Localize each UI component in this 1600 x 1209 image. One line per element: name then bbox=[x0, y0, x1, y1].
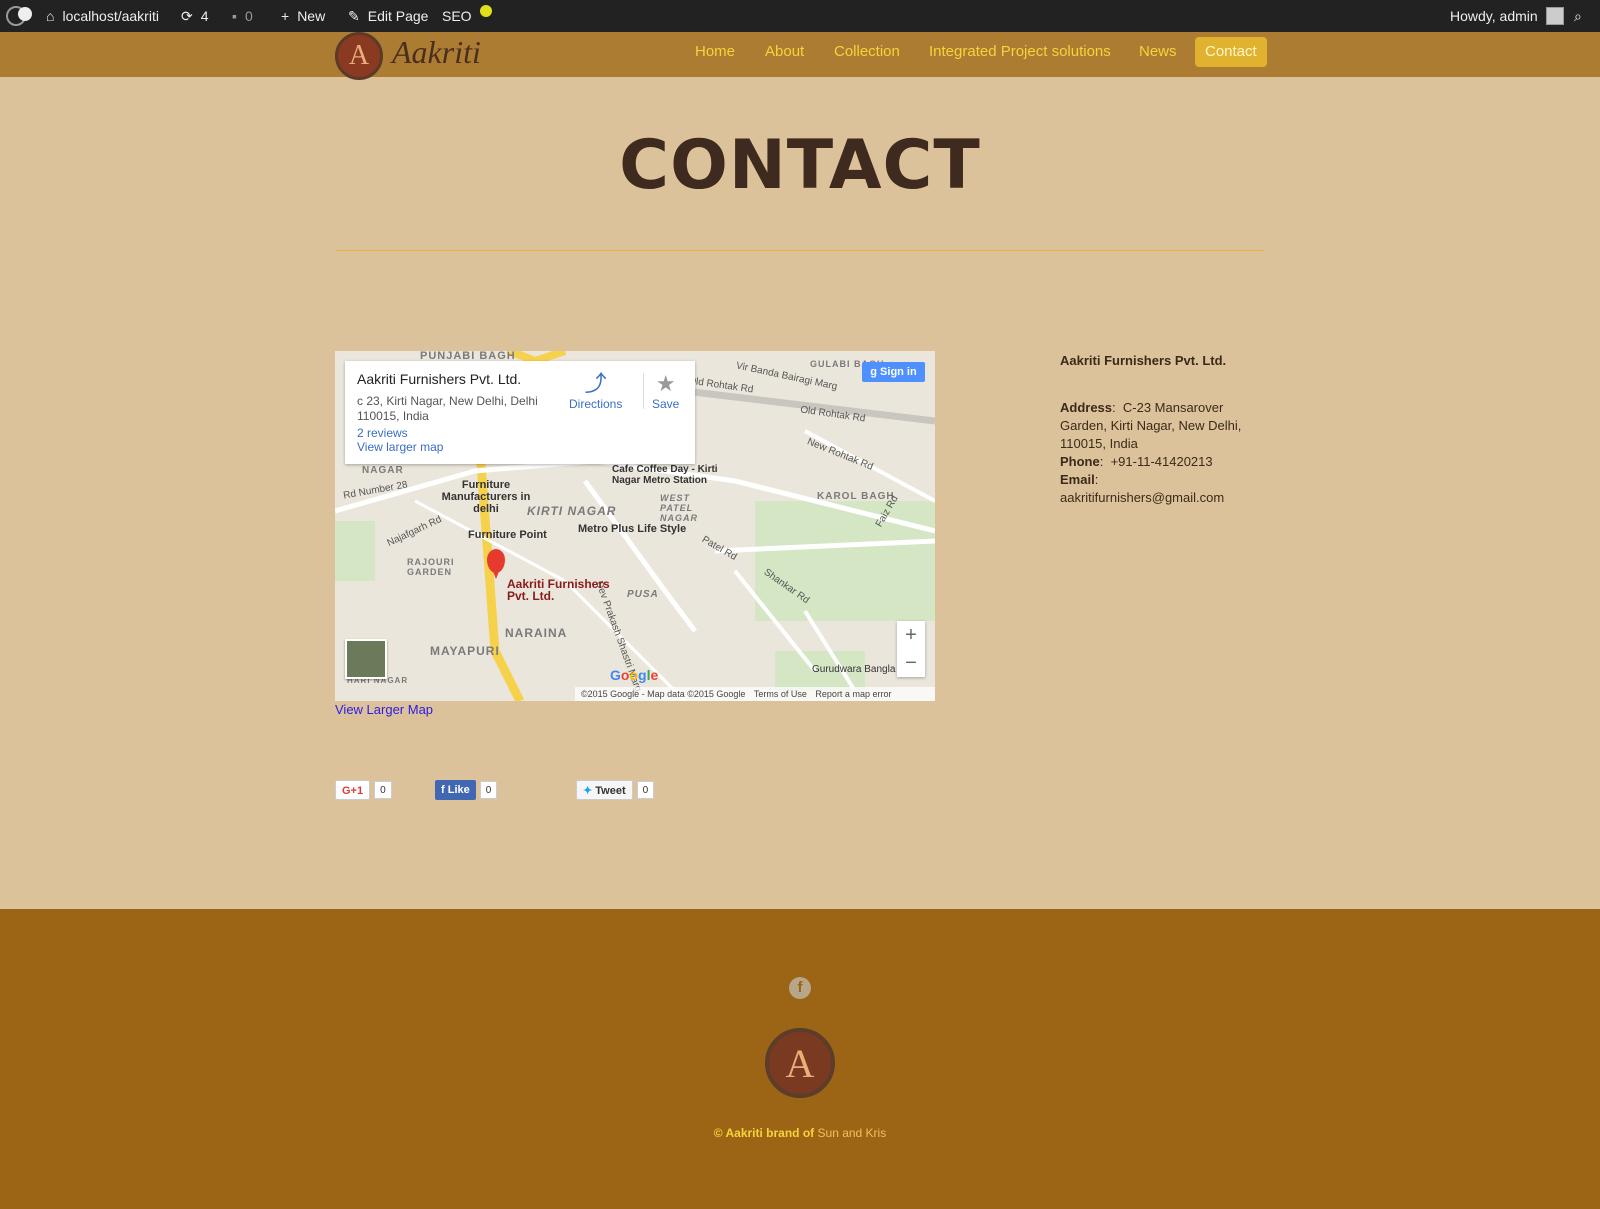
map-label: WEST PATEL NAGAR bbox=[660, 493, 698, 523]
facebook-like-count: 0 bbox=[479, 781, 498, 799]
comments-link[interactable]: ▪ 0 bbox=[232, 0, 253, 32]
map-label: KAROL BAGH bbox=[817, 491, 895, 502]
avatar bbox=[1545, 7, 1564, 25]
site-header: A Aakriti Home About Collection Integrat… bbox=[0, 32, 1600, 80]
seo-link[interactable]: SEO bbox=[442, 0, 492, 32]
nav-contact[interactable]: Contact bbox=[1195, 37, 1267, 67]
zoom-out-button[interactable]: − bbox=[897, 649, 925, 677]
email-line: Email: bbox=[1060, 472, 1099, 487]
google-map[interactable]: PUNJABI BAGH GULABI BAGH Vir Banda Baira… bbox=[335, 351, 935, 701]
satellite-view-toggle[interactable] bbox=[345, 639, 387, 679]
directions-button[interactable]: ⤴ Directions bbox=[569, 371, 622, 411]
nav-news[interactable]: News bbox=[1139, 37, 1177, 67]
contact-details: Aakriti Furnishers Pvt. Ltd. Address: C-… bbox=[1060, 352, 1260, 507]
google-logo: Google bbox=[610, 667, 659, 683]
sign-in-button[interactable]: g Sign in bbox=[862, 362, 925, 382]
email-value: aakritifurnishers@gmail.com bbox=[1060, 490, 1225, 505]
google-g-icon: g bbox=[870, 366, 881, 378]
tweet-count: 0 bbox=[636, 781, 655, 799]
twitter-bird-icon: ✦ bbox=[583, 785, 596, 797]
map-place-label: Aakriti Furnishers Pvt. Ltd. bbox=[507, 577, 610, 603]
company-name: Aakriti Furnishers Pvt. Ltd. bbox=[1060, 353, 1227, 368]
report-error-link[interactable]: Report a map error bbox=[815, 689, 891, 699]
seo-status-icon bbox=[479, 5, 492, 17]
edit-page-link[interactable]: ✎ Edit Page bbox=[348, 0, 428, 32]
place-name: Aakriti Furnishers Pvt. Ltd. bbox=[357, 371, 522, 387]
pencil-icon: ✎ bbox=[348, 8, 360, 24]
facebook-like-button[interactable]: f Like bbox=[435, 780, 476, 800]
terms-link[interactable]: Terms of Use bbox=[754, 689, 807, 699]
page-title: CONTACT bbox=[619, 126, 981, 205]
updates-link[interactable]: ⟳ 4 bbox=[181, 0, 209, 32]
map-label: RAJOURI GARDEN bbox=[407, 557, 455, 577]
nav-collection[interactable]: Collection bbox=[834, 37, 900, 67]
nav-integrated-project-solutions[interactable]: Integrated Project solutions bbox=[929, 37, 1111, 67]
map-label: PUSA bbox=[627, 589, 659, 600]
map-label: KIRTI NAGAR bbox=[527, 504, 617, 518]
brand-link[interactable]: Sun and Kris bbox=[818, 1126, 887, 1140]
map-attribution: ©2015 Google - Map data ©2015 Google Ter… bbox=[575, 687, 935, 701]
map-label: NAGAR bbox=[362, 465, 404, 476]
star-icon: ★ bbox=[655, 371, 676, 396]
admin-site-link[interactable]: ⌂ localhost/aakriti bbox=[46, 0, 159, 32]
address-line: Address: C-23 Mansarover Garden, Kirti N… bbox=[1060, 400, 1242, 451]
map-label: Furniture Point bbox=[468, 529, 547, 541]
facebook-icon[interactable]: f bbox=[789, 977, 811, 999]
comment-icon: ▪ bbox=[232, 8, 237, 24]
gplus-button[interactable]: G+1 bbox=[335, 780, 371, 800]
place-info-card: Aakriti Furnishers Pvt. Ltd. c 23, Kirti… bbox=[345, 361, 695, 464]
account-menu[interactable]: Howdy, admin bbox=[1450, 0, 1564, 32]
admin-bar: ⌂ localhost/aakriti ⟳ 4 ▪ 0 + New ✎ Edit… bbox=[0, 0, 1600, 32]
facebook-icon: f bbox=[441, 784, 448, 796]
directions-icon: ⤴ bbox=[584, 371, 607, 396]
zoom-controls: + − bbox=[897, 621, 925, 677]
phone-line: Phone: +91-11-41420213 bbox=[1060, 454, 1213, 469]
new-link[interactable]: + New bbox=[281, 0, 325, 32]
map-label: Metro Plus Life Style bbox=[578, 523, 687, 535]
tweet-share[interactable]: ✦ Tweet 0 bbox=[576, 780, 655, 800]
view-larger-map-inline-link[interactable]: View larger map bbox=[357, 440, 443, 454]
place-address: c 23, Kirti Nagar, New Delhi, Delhi 1100… bbox=[357, 394, 538, 423]
tweet-button[interactable]: ✦ Tweet bbox=[576, 780, 633, 800]
view-larger-map-link[interactable]: View Larger Map bbox=[335, 702, 433, 717]
reviews-link[interactable]: 2 reviews bbox=[357, 426, 408, 440]
gplus-count: 0 bbox=[374, 781, 392, 799]
nav-about[interactable]: About bbox=[765, 37, 804, 67]
footer-logo: A bbox=[765, 1028, 835, 1098]
map-label: MAYAPURI bbox=[430, 644, 500, 658]
search-icon[interactable]: ⌕ bbox=[1574, 0, 1582, 32]
refresh-icon: ⟳ bbox=[181, 8, 193, 24]
title-divider bbox=[335, 250, 1265, 251]
zoom-in-button[interactable]: + bbox=[897, 621, 925, 649]
home-icon: ⌂ bbox=[46, 8, 55, 24]
save-place-button[interactable]: ★ Save bbox=[652, 371, 679, 411]
nav-home[interactable]: Home bbox=[695, 37, 735, 67]
copyright: © Aakriti brand of Sun and Kris bbox=[713, 1126, 887, 1140]
site-logo[interactable]: A bbox=[335, 32, 383, 80]
map-label: Furniture Manufacturers in delhi bbox=[441, 479, 531, 515]
site-logo-text[interactable]: Aakriti bbox=[392, 34, 481, 71]
card-divider bbox=[643, 373, 644, 409]
plus-icon: + bbox=[281, 8, 290, 24]
gplus-share[interactable]: G+1 0 bbox=[335, 780, 392, 800]
map-label: NARAINA bbox=[505, 626, 568, 640]
facebook-like-share[interactable]: f Like 0 bbox=[435, 780, 498, 800]
wordpress-logo-icon[interactable] bbox=[6, 0, 32, 32]
map-label: Cafe Coffee Day - Kirti Nagar Metro Stat… bbox=[612, 464, 718, 486]
